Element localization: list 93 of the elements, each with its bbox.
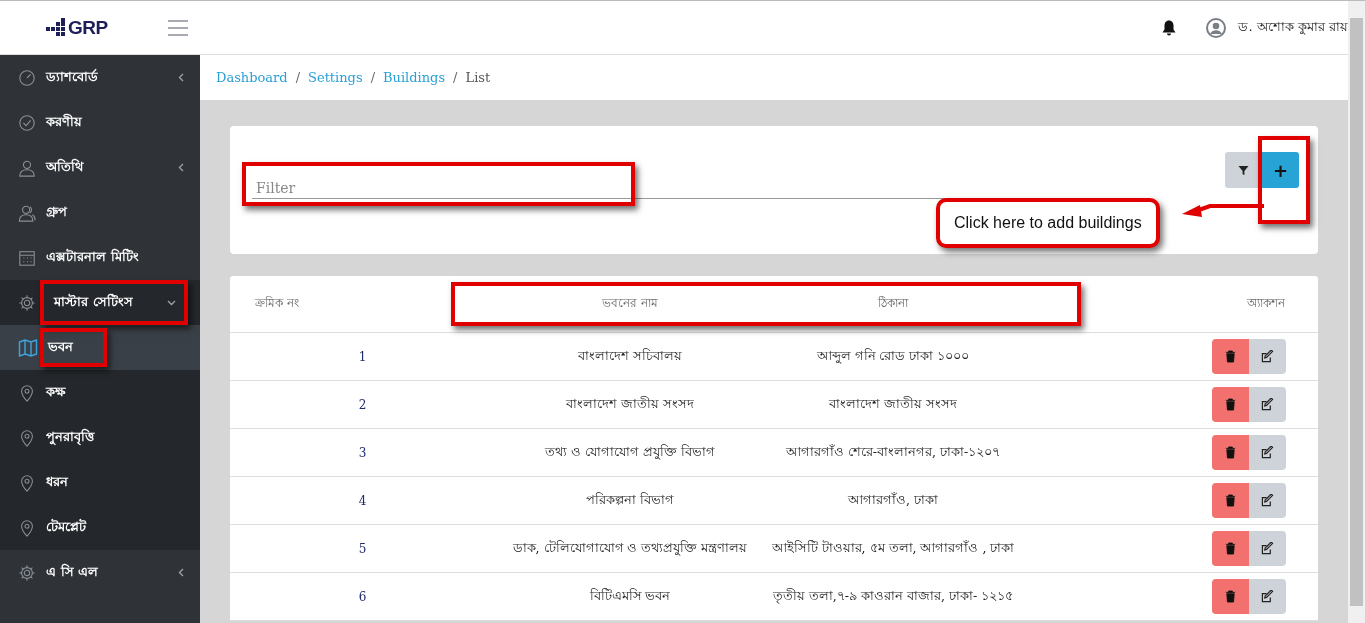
serial-cell-text: 4 (357, 493, 368, 508)
column-header: অ্যাকশন (1246, 295, 1287, 312)
gauge-icon (18, 68, 36, 87)
trash-icon (1225, 446, 1236, 459)
name-cell-text: বাংলাদেশ সচিবালয় (577, 346, 683, 365)
edit-icon (1261, 350, 1274, 363)
name-cell-text: তথ্য ও যোগাযোগ প্রযুক্তি বিভাগ (544, 442, 716, 462)
edit-icon (1261, 542, 1274, 555)
edit-icon (1261, 494, 1274, 507)
sidebar-label: গ্রুপ (46, 203, 69, 221)
sidebar-item[interactable]: এক্সটারনাল মিটিং (0, 235, 200, 280)
serial-cell-text: 2 (357, 397, 368, 412)
add-button[interactable]: + (1262, 152, 1299, 188)
breadcrumb-separator: / (370, 70, 375, 85)
logo-text: GRP (68, 16, 108, 39)
sidebar-item[interactable]: টেমপ্লেট (0, 505, 200, 550)
location-pin-icon (18, 518, 36, 537)
user-icon (18, 158, 36, 177)
sidebar-item[interactable]: ধরন (0, 460, 200, 505)
delete-button[interactable] (1212, 531, 1249, 566)
edit-button[interactable] (1249, 339, 1286, 374)
calendar-icon (18, 248, 36, 267)
bell-icon[interactable] (1162, 19, 1177, 36)
map-icon (18, 337, 38, 358)
address-cell-text: আগারগাঁও, ঢাকা (847, 490, 939, 509)
column-header: ভবনের নাম (601, 295, 659, 312)
location-pin-icon (18, 383, 36, 402)
sidebar-label: করণীয় (46, 112, 83, 131)
trash-icon (1225, 350, 1236, 363)
delete-button[interactable] (1212, 435, 1249, 470)
edit-icon (1261, 446, 1274, 459)
serial-cell-text: 3 (357, 445, 368, 460)
sidebar-item[interactable]: ভবন (0, 325, 200, 370)
name-cell-text: বিটিএমসি ভবন (588, 586, 672, 605)
address-cell-text: আব্দুল গনি রোড ঢাকা ১০০০ (815, 346, 971, 366)
location-pin-icon (18, 473, 36, 492)
sidebar-label: ড্যাশবোর্ড (46, 68, 99, 86)
gear-icon (18, 293, 36, 312)
edit-icon (1261, 590, 1274, 603)
column-header: ঠিকানা (877, 295, 910, 312)
delete-button[interactable] (1212, 339, 1249, 374)
address-cell-text: আইসিটি টাওয়ার, ৫ম তলা, আগারগাঁও , ঢাকা (770, 538, 1016, 557)
delete-button[interactable] (1212, 579, 1249, 614)
sidebar-label: টেমপ্লেট (46, 518, 88, 536)
delete-button[interactable] (1212, 387, 1249, 422)
breadcrumb-separator: / (295, 70, 301, 85)
address-cell-text: বাংলাদেশ জাতীয় সংসদ (828, 394, 958, 413)
sidebar-item[interactable]: গ্রুপ (0, 190, 200, 235)
sidebar-item[interactable]: করণীয় (0, 100, 200, 145)
serial-cell-text: 5 (357, 541, 368, 556)
edit-button[interactable] (1249, 531, 1286, 566)
column-header: ক্রমিক নং (254, 295, 300, 312)
trash-icon (1225, 542, 1236, 555)
edit-button[interactable] (1249, 579, 1286, 614)
sidebar-item[interactable]: পুনরাবৃত্তি (0, 415, 200, 460)
sidebar-label: এ সি এল (46, 562, 100, 581)
sidebar-label: অতিথি (46, 157, 85, 176)
sidebar-item[interactable]: ড্যাশবোর্ড (0, 55, 200, 100)
name-cell-text: পরিকল্পনা বিভাগ (585, 490, 675, 509)
scrollbar-thumb[interactable] (1350, 18, 1363, 606)
sidebar-label: কক্ষ (46, 383, 67, 401)
user-name[interactable]: ড. অশোক কুমার রায় (1238, 17, 1348, 38)
edit-icon (1261, 398, 1274, 411)
funnel-icon (1238, 164, 1249, 176)
edit-button[interactable] (1249, 483, 1286, 518)
location-pin-icon (18, 428, 36, 447)
sidebar-label: পুনরাবৃত্তি (46, 427, 96, 447)
name-cell-text: ডাক, টেলিযোগাযোগ ও তথ্যপ্রযুক্তি মন্ত্রণালয় (511, 538, 749, 558)
edit-button[interactable] (1249, 387, 1286, 422)
delete-button[interactable] (1212, 483, 1249, 518)
sidebar-item[interactable]: এ সি এল (0, 550, 200, 595)
sidebar-item[interactable]: অতিথি (0, 145, 200, 190)
address-cell-text: আগারগাঁও শেরে-বাংলানগর, ঢাকা-১২০৭ (784, 442, 1002, 461)
breadcrumb-separator: / (453, 70, 458, 85)
trash-icon (1225, 398, 1236, 411)
users-icon (18, 203, 36, 222)
serial-cell-text: 6 (357, 589, 368, 604)
address-cell-text: তৃতীয় তলা,৭-৯ কাওরান বাজার, ঢাকা- ১২১৫ (771, 586, 1015, 606)
trash-icon (1225, 590, 1236, 603)
serial-cell-text: 1 (357, 349, 368, 364)
sidebar-label: এক্সটারনাল মিটিং (46, 247, 140, 266)
avatar-icon[interactable] (1206, 17, 1227, 38)
name-cell-text: বাংলাদেশ জাতীয় সংসদ (565, 394, 695, 413)
sidebar-item[interactable]: মাস্টার সেটিংস (0, 280, 200, 325)
sidebar-item[interactable]: কক্ষ (0, 370, 200, 415)
edit-button[interactable] (1249, 435, 1286, 470)
trash-icon (1225, 494, 1236, 507)
sidebar-label: মাস্টার সেটিংস (54, 292, 134, 311)
check-circle-icon (18, 113, 36, 132)
gear-icon (18, 563, 36, 582)
sidebar-label: ধরন (46, 473, 69, 491)
breadcrumb-current: List (465, 70, 491, 85)
logo-squares-icon (46, 17, 66, 38)
